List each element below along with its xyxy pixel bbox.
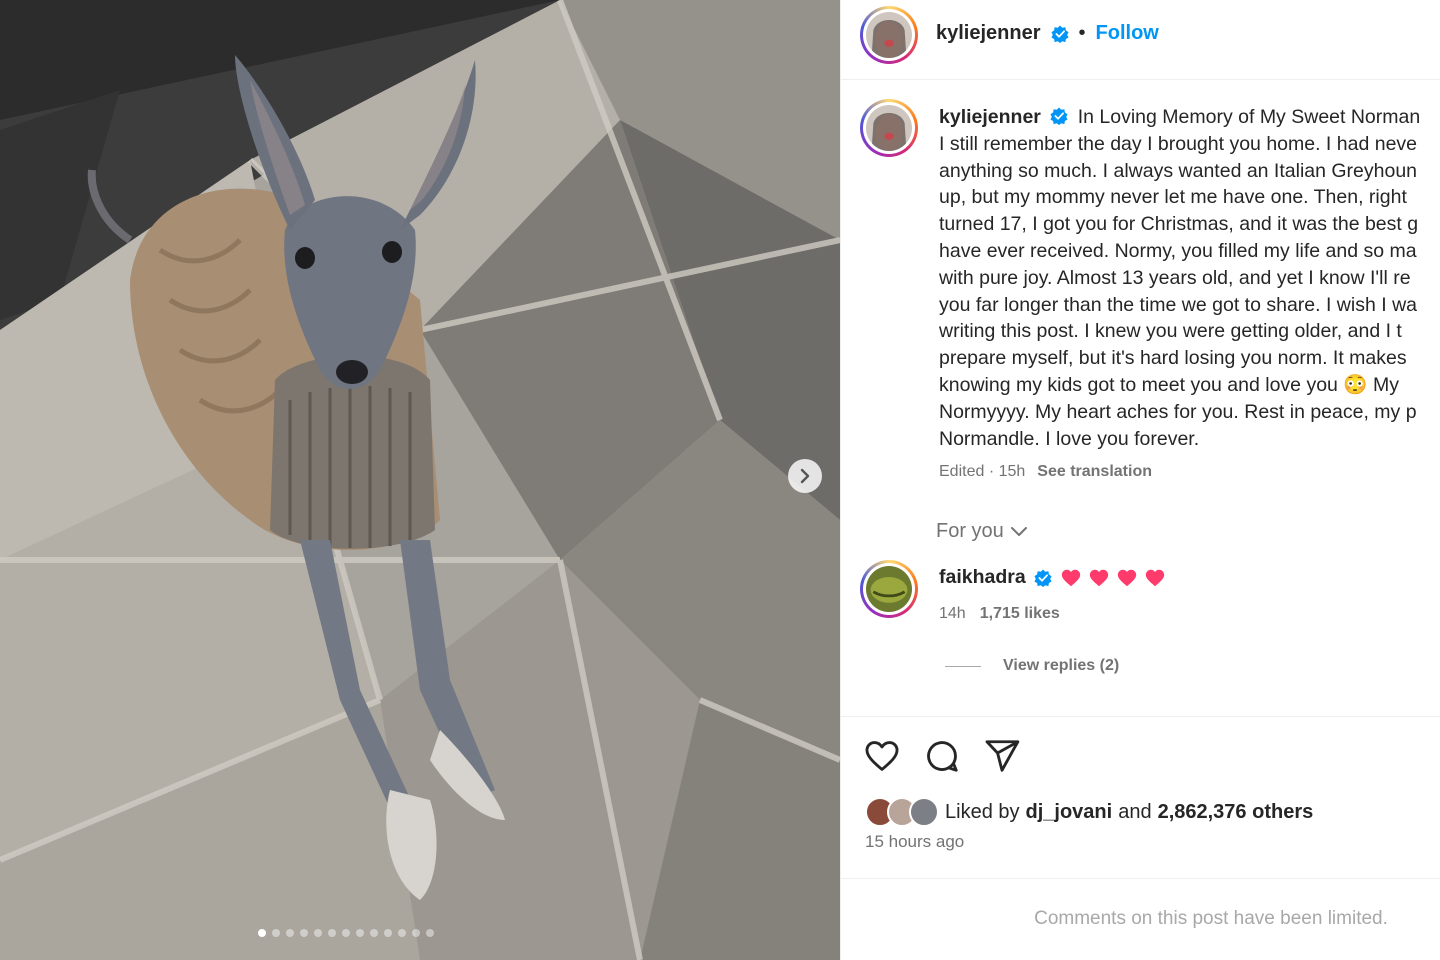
pink-heart-icon — [1117, 569, 1136, 586]
comment: faikhadra — [939, 566, 1166, 589]
view-replies-button[interactable]: View replies (2) — [945, 657, 1119, 675]
post-media — [0, 0, 840, 960]
comment-text — [1060, 567, 1166, 589]
share-icon[interactable] — [983, 737, 1021, 775]
caption-text: In Loving Memory of My Sweet Norman — [1077, 106, 1421, 128]
carousel-dot — [300, 929, 308, 937]
caption-line: anything so much. I always wanted an Ita… — [939, 159, 1418, 182]
caption-line: I still remember the day I brought you h… — [939, 132, 1418, 155]
carousel-dot — [342, 929, 350, 937]
caption-line: up, but my mommy never let me have one. … — [939, 186, 1407, 209]
caption-line: with pure joy. Almost 13 years old, and … — [939, 266, 1411, 289]
chevron-down-icon — [1010, 526, 1027, 536]
avatar-image — [866, 12, 912, 58]
edited-timestamp: Edited · 15h — [939, 463, 1026, 480]
avatar-image — [866, 105, 912, 151]
comment-sort-dropdown[interactable]: For you — [936, 520, 1028, 543]
pink-heart-icon — [1089, 569, 1108, 586]
likes-count[interactable]: 2,862,376 others — [1158, 801, 1314, 824]
carousel-indicator — [258, 929, 434, 937]
caption: kyliejenner In Loving Memory of My Sweet… — [939, 104, 1440, 452]
caption-meta: Edited · 15h See translation — [939, 463, 1152, 481]
caption-line: have ever received. Normy, you filled my… — [939, 239, 1417, 262]
post-timestamp: 15 hours ago — [865, 832, 965, 851]
comment-meta: 14h 1,715 likes — [939, 605, 1060, 623]
next-slide-button[interactable] — [788, 459, 822, 493]
liked-by-prefix: Liked by — [945, 800, 1020, 823]
caption-line: you far longer than the time we got to s… — [939, 293, 1417, 316]
carousel-dot — [384, 929, 392, 937]
commenter-avatar[interactable] — [860, 560, 918, 618]
liked-by-and: and — [1118, 800, 1152, 823]
see-translation-link[interactable]: See translation — [1037, 463, 1152, 481]
comment-likes[interactable]: 1,715 likes — [980, 605, 1060, 623]
carousel-dot — [412, 929, 420, 937]
dog-photo — [0, 0, 840, 960]
replies-divider — [945, 665, 981, 667]
comments-limited-notice: Comments on this post have been limited. — [1034, 908, 1388, 929]
carousel-dot — [272, 929, 280, 937]
author-avatar[interactable] — [860, 6, 918, 64]
author-username[interactable]: kyliejenner — [936, 22, 1041, 45]
likes-summary: Liked by dj_jovani and 2,862,376 others — [865, 797, 1313, 827]
caption-avatar[interactable] — [860, 99, 918, 157]
carousel-dot — [356, 929, 364, 937]
caption-username[interactable]: kyliejenner — [939, 106, 1041, 128]
comment-timestamp: 14h — [939, 605, 966, 622]
action-bar — [863, 737, 1021, 775]
liked-by-user[interactable]: dj_jovani — [1026, 801, 1113, 824]
section-divider — [841, 716, 1440, 717]
comment-sort-label: For you — [936, 520, 1004, 542]
carousel-dot — [258, 929, 266, 937]
verified-badge-icon — [1034, 568, 1052, 587]
carousel-dot — [286, 929, 294, 937]
caption-line-0: kyliejenner In Loving Memory of My Sweet… — [939, 104, 1440, 131]
comment-icon[interactable] — [923, 737, 961, 775]
caption-line: Normandle. I love you forever. — [939, 427, 1200, 450]
carousel-dot — [426, 929, 434, 937]
carousel-dot — [314, 929, 322, 937]
verified-badge-icon — [1050, 24, 1069, 43]
liker-avatars — [865, 797, 941, 827]
post-header: kyliejenner • Follow — [841, 0, 1440, 80]
carousel-dot — [328, 929, 336, 937]
chevron-right-icon — [800, 468, 810, 484]
carousel-dot — [370, 929, 378, 937]
post-details-panel: kyliejenner • Follow kyliejenner In Lovi… — [840, 0, 1440, 960]
heart-icon[interactable] — [863, 737, 901, 775]
caption-line: writing this post. I knew you were getti… — [939, 320, 1402, 343]
verified-badge-icon — [1050, 107, 1068, 125]
view-replies-label: View replies (2) — [1003, 657, 1120, 674]
pink-heart-icon — [1145, 569, 1164, 586]
follow-button[interactable]: Follow — [1096, 22, 1159, 45]
separator-dot: • — [1078, 22, 1086, 44]
caption-line: prepare myself, but it's hard losing you… — [939, 347, 1407, 370]
pink-heart-icon — [1061, 569, 1080, 586]
caption-line: turned 17, I got you for Christmas, and … — [939, 213, 1419, 236]
liker-avatar — [909, 797, 939, 827]
caption-line: Normyyyy. My heart aches for you. Rest i… — [939, 400, 1417, 423]
avatar-image — [866, 566, 912, 612]
caption-line: knowing my kids got to meet you and love… — [939, 373, 1399, 396]
carousel-dot — [398, 929, 406, 937]
section-divider — [841, 878, 1440, 879]
commenter-username[interactable]: faikhadra — [939, 566, 1026, 589]
